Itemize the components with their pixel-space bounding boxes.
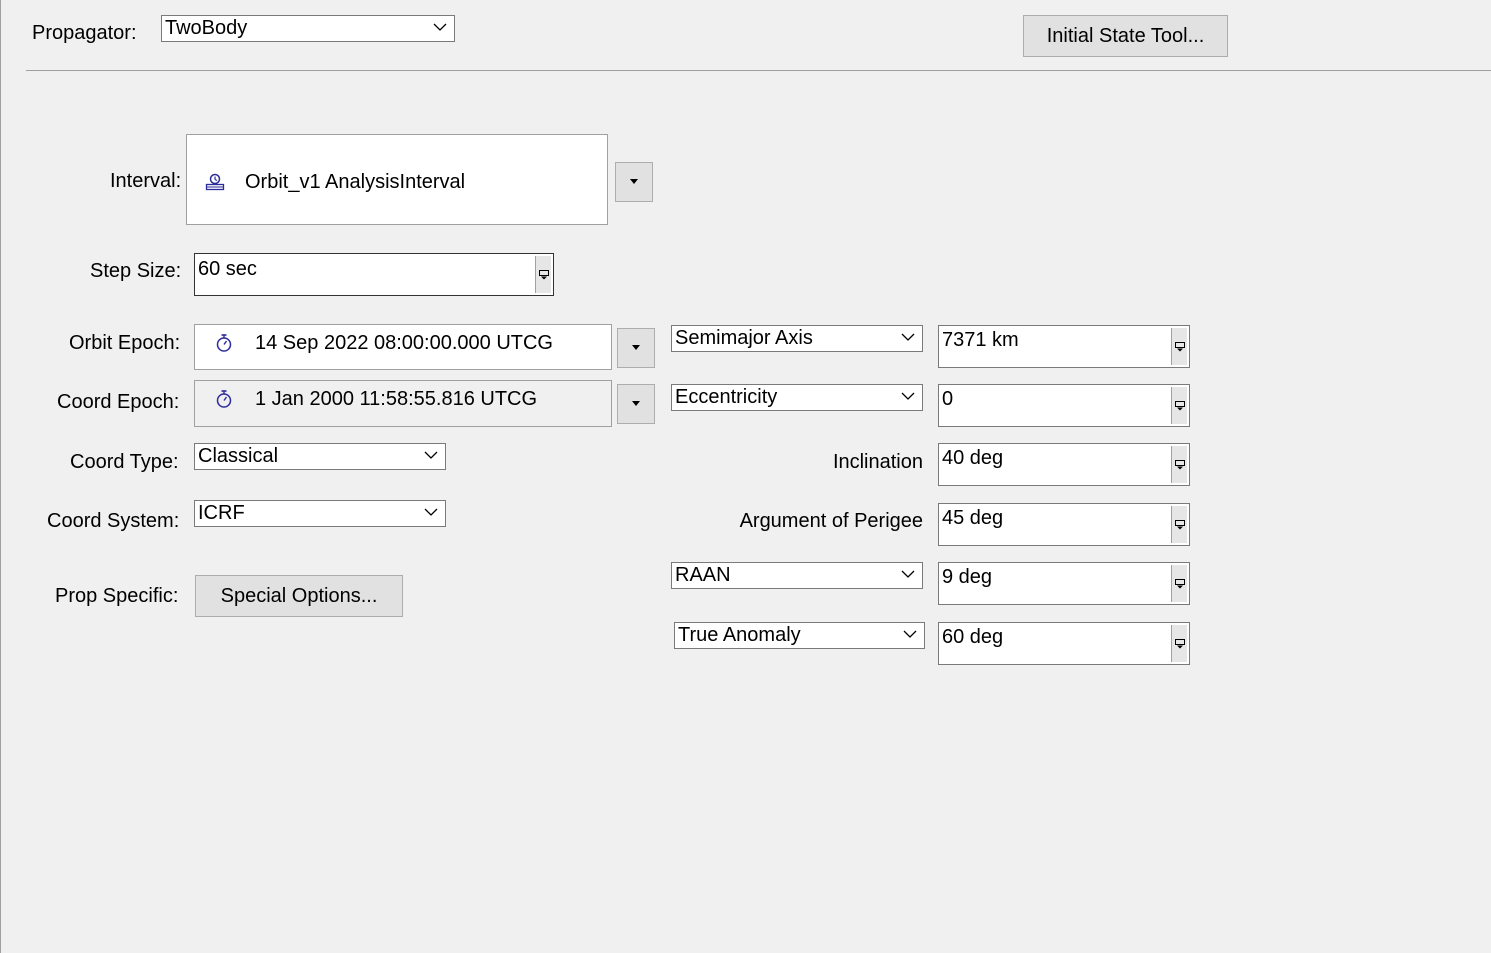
true-anomaly-selector-value: True Anomaly: [678, 624, 801, 646]
step-size-label: Step Size:: [90, 260, 182, 282]
raan-selector[interactable]: RAAN: [671, 562, 923, 589]
step-size-unit-button[interactable]: [535, 256, 551, 293]
coord-type-select[interactable]: Classical: [194, 443, 446, 470]
chevron-down-icon: [433, 23, 447, 31]
unit-picker-icon: [1175, 459, 1185, 469]
interval-link-icon: [205, 173, 225, 191]
inclination-label: Inclination: [832, 451, 923, 473]
header-separator: [26, 70, 1491, 71]
coord-system-select[interactable]: ICRF: [194, 500, 446, 527]
coord-epoch-dropdown-button[interactable]: [617, 384, 655, 424]
special-options-button[interactable]: Special Options...: [195, 575, 403, 617]
raan-input[interactable]: 9 deg: [938, 562, 1190, 605]
chevron-down-icon: [424, 451, 438, 459]
true-anomaly-unit-button[interactable]: [1171, 625, 1187, 662]
propagator-select[interactable]: TwoBody: [161, 15, 455, 42]
coord-type-label: Coord Type:: [70, 451, 179, 473]
semimajor-axis-selector[interactable]: Semimajor Axis: [671, 325, 923, 352]
argument-of-perigee-unit-button[interactable]: [1171, 506, 1187, 543]
true-anomaly-selector[interactable]: True Anomaly: [674, 622, 925, 649]
unit-picker-icon: [1175, 578, 1185, 588]
argument-of-perigee-label: Argument of Perigee: [739, 510, 923, 532]
true-anomaly-input[interactable]: 60 deg: [938, 622, 1190, 665]
inclination-input[interactable]: 40 deg: [938, 443, 1190, 486]
inclination-value: 40 deg: [942, 447, 1004, 469]
coord-type-value: Classical: [198, 445, 279, 467]
prop-specific-label: Prop Specific:: [55, 585, 179, 607]
semimajor-axis-input[interactable]: 7371 km: [938, 325, 1190, 368]
raan-value: 9 deg: [942, 566, 993, 588]
unit-picker-icon: [1175, 638, 1185, 648]
semimajor-axis-unit-button[interactable]: [1171, 328, 1187, 365]
eccentricity-input[interactable]: 0: [938, 384, 1190, 427]
dropdown-arrow-icon: [632, 345, 640, 350]
interval-dropdown-button[interactable]: [615, 162, 653, 202]
eccentricity-selector[interactable]: Eccentricity: [671, 384, 923, 411]
true-anomaly-value: 60 deg: [942, 626, 1004, 648]
stopwatch-icon: [216, 334, 232, 352]
chevron-down-icon: [901, 333, 915, 341]
orbit-epoch-dropdown-button[interactable]: [617, 328, 655, 368]
propagator-label: Propagator:: [32, 22, 137, 44]
chevron-down-icon: [901, 570, 915, 578]
orbit-epoch-value: 14 Sep 2022 08:00:00.000 UTCG: [255, 332, 553, 354]
eccentricity-value: 0: [942, 388, 954, 410]
step-size-input[interactable]: 60 sec: [194, 253, 554, 296]
chevron-down-icon: [901, 392, 915, 400]
argument-of-perigee-input[interactable]: 45 deg: [938, 503, 1190, 546]
semimajor-axis-value: 7371 km: [942, 329, 1019, 351]
propagator-value: TwoBody: [165, 17, 248, 39]
window-border: [0, 0, 1, 953]
coord-epoch-field[interactable]: 1 Jan 2000 11:58:55.816 UTCG: [194, 380, 612, 427]
chevron-down-icon: [424, 508, 438, 516]
semimajor-axis-selector-value: Semimajor Axis: [675, 327, 813, 349]
unit-picker-icon: [1175, 400, 1185, 410]
interval-value: Orbit_v1 AnalysisInterval: [245, 171, 466, 193]
orbit-epoch-label: Orbit Epoch:: [69, 332, 181, 354]
orbit-epoch-field[interactable]: 14 Sep 2022 08:00:00.000 UTCG: [194, 324, 612, 370]
dropdown-arrow-icon: [630, 179, 638, 184]
inclination-unit-button[interactable]: [1171, 446, 1187, 483]
coord-epoch-value: 1 Jan 2000 11:58:55.816 UTCG: [255, 388, 538, 410]
interval-field[interactable]: Orbit_v1 AnalysisInterval: [186, 134, 608, 225]
argument-of-perigee-value: 45 deg: [942, 507, 1004, 529]
raan-selector-value: RAAN: [675, 564, 731, 586]
chevron-down-icon: [903, 630, 917, 638]
interval-label: Interval:: [110, 170, 182, 192]
unit-picker-icon: [1175, 519, 1185, 529]
coord-system-label: Coord System:: [47, 510, 180, 532]
stopwatch-icon: [216, 390, 232, 408]
coord-system-value: ICRF: [198, 502, 245, 524]
coord-epoch-label: Coord Epoch:: [57, 391, 180, 413]
eccentricity-unit-button[interactable]: [1171, 387, 1187, 424]
step-size-value: 60 sec: [198, 258, 257, 280]
eccentricity-selector-value: Eccentricity: [675, 386, 778, 408]
unit-picker-icon: [539, 269, 549, 279]
unit-picker-icon: [1175, 341, 1185, 351]
initial-state-tool-button[interactable]: Initial State Tool...: [1023, 15, 1228, 57]
dropdown-arrow-icon: [632, 401, 640, 406]
raan-unit-button[interactable]: [1171, 565, 1187, 602]
